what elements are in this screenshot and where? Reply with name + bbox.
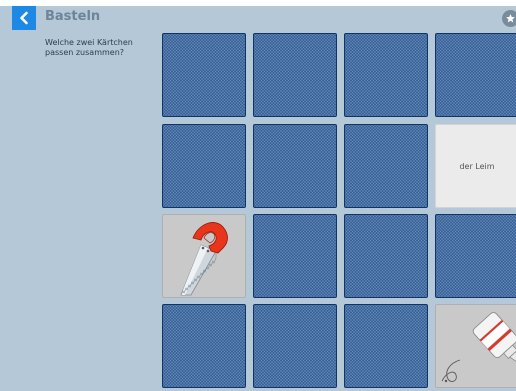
card-back[interactable] <box>435 214 516 298</box>
saw-icon <box>180 222 228 296</box>
card-back[interactable] <box>162 304 246 388</box>
card-back[interactable] <box>344 214 428 298</box>
card-back[interactable] <box>344 124 428 208</box>
card-word-glue[interactable]: der Leim <box>435 124 516 208</box>
instruction-text: Welche zwei Kärtchen passen zusammen? <box>45 38 133 57</box>
star-icon <box>506 14 515 23</box>
card-image-glue-bottle[interactable] <box>435 304 516 388</box>
card-word-label: der Leim <box>459 161 495 171</box>
card-back[interactable] <box>162 124 246 208</box>
glue-bottle-icon <box>441 312 516 383</box>
card-image-saw[interactable] <box>162 214 246 298</box>
chevron-left-icon <box>20 11 28 25</box>
card-back[interactable] <box>344 33 428 117</box>
card-back[interactable] <box>435 33 516 117</box>
page-title: Basteln <box>45 9 101 24</box>
back-button[interactable] <box>12 6 36 30</box>
card-back[interactable] <box>253 304 337 388</box>
favorite-button[interactable] <box>502 10 516 27</box>
header: Basteln <box>0 6 516 30</box>
card-back[interactable] <box>344 304 428 388</box>
card-back[interactable] <box>253 214 337 298</box>
card-back[interactable] <box>253 33 337 117</box>
card-back[interactable] <box>253 124 337 208</box>
card-back[interactable] <box>162 33 246 117</box>
